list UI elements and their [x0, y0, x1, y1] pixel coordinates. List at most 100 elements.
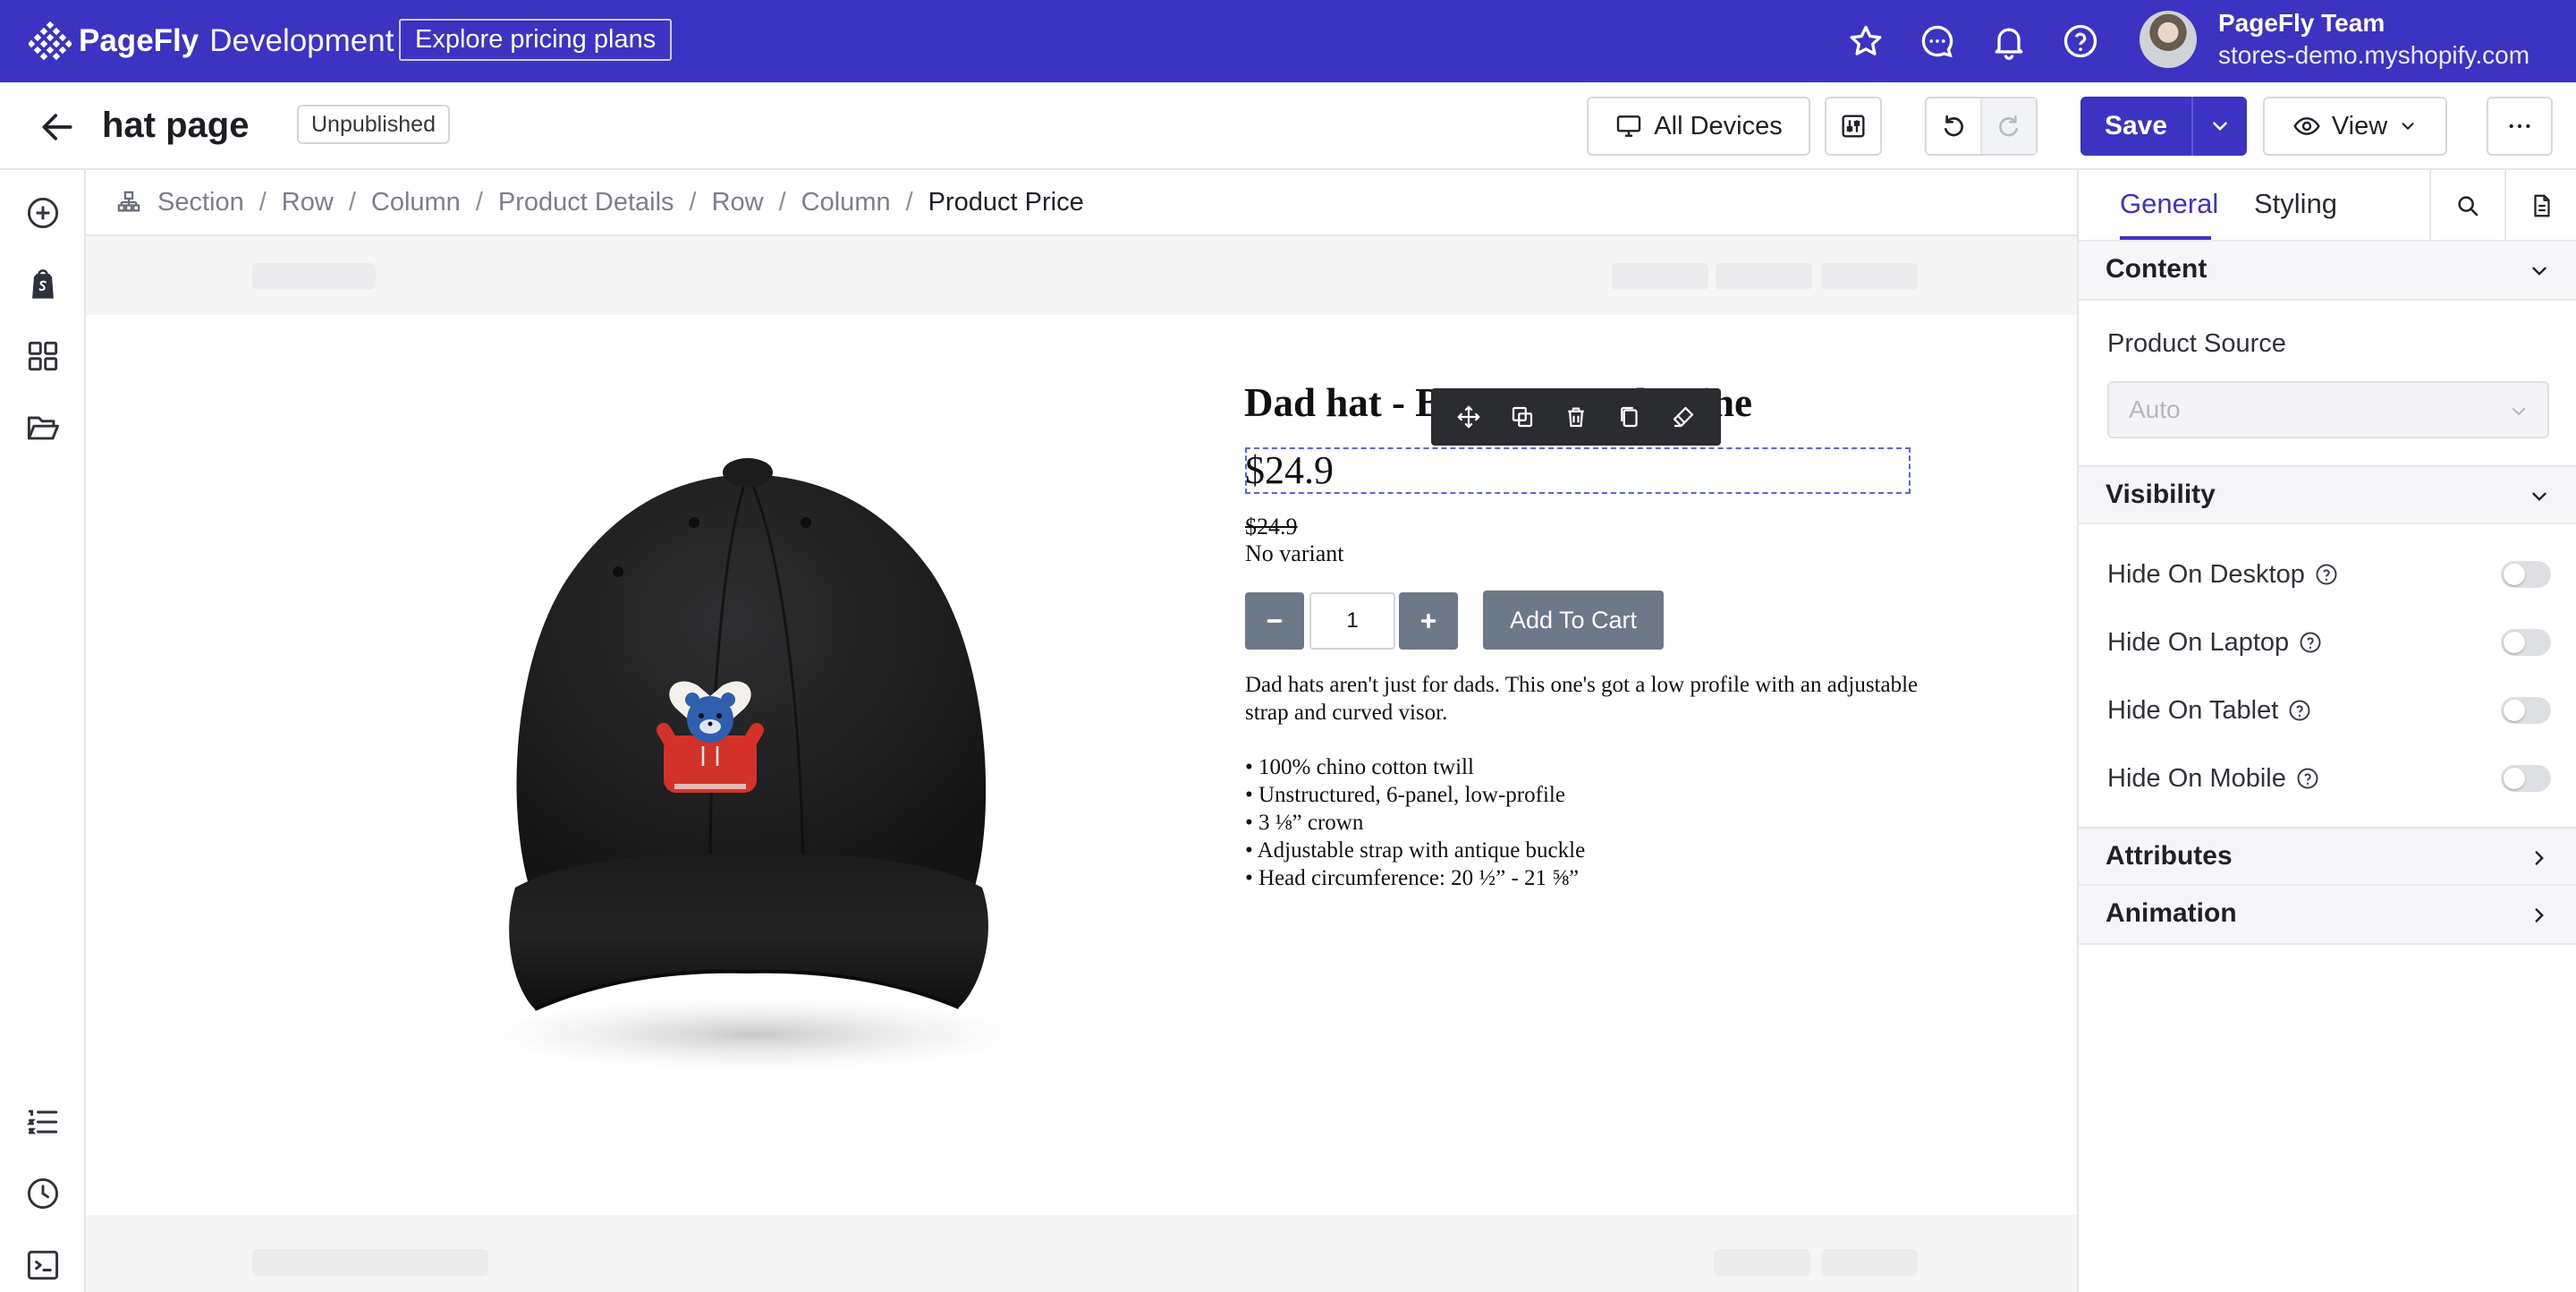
chat-icon[interactable]	[1918, 21, 1957, 61]
add-to-cart-button[interactable]: Add To Cart	[1483, 591, 1664, 650]
help-icon[interactable]	[2287, 698, 2312, 723]
all-devices-button[interactable]: All Devices	[1587, 97, 1810, 156]
folder-icon[interactable]	[23, 408, 63, 447]
breadcrumb: Section / Row / Column / Product Details…	[86, 170, 2077, 236]
breadcrumb-item[interactable]: Row	[282, 188, 334, 217]
search-icon	[2454, 192, 2481, 219]
breadcrumb-item[interactable]: Row	[712, 188, 764, 217]
move-icon[interactable]	[1455, 404, 1482, 430]
quantity-decrease-button[interactable]	[1245, 592, 1304, 650]
editor-canvas[interactable]: Dad hat - Bear Hug Valentine $24.9 $24.9…	[86, 236, 2077, 1292]
code-icon[interactable]	[23, 1245, 63, 1285]
left-sidebar	[0, 170, 86, 1292]
breadcrumb-item[interactable]: Product Details	[498, 188, 674, 217]
variant-text[interactable]: No variant	[1245, 540, 1343, 567]
panel-docs-button[interactable]	[2504, 170, 2576, 242]
bell-icon[interactable]	[1989, 21, 2029, 61]
quantity-increase-button[interactable]	[1399, 592, 1458, 650]
shopify-icon[interactable]	[23, 265, 63, 304]
breadcrumb-item[interactable]: Column	[801, 188, 891, 217]
hide-on-desktop-toggle[interactable]	[2501, 561, 2551, 588]
more-options-button[interactable]	[2487, 97, 2553, 156]
element-toolbar	[1431, 388, 1721, 446]
add-element-icon[interactable]	[23, 193, 63, 233]
panel-search-button[interactable]	[2429, 170, 2504, 242]
eye-icon	[2292, 112, 2321, 140]
help-icon[interactable]	[2295, 766, 2320, 791]
list-item: • Adjustable strap with antique buckle	[1245, 838, 1586, 863]
help-icon[interactable]	[2298, 630, 2323, 655]
animation-section-header[interactable]: Animation	[2079, 886, 2576, 945]
save-options-dropdown[interactable]	[2191, 97, 2247, 156]
hide-on-desktop-row: Hide On Desktop	[2107, 557, 2551, 592]
quantity-input[interactable]: 1	[1309, 592, 1395, 650]
breadcrumb-item[interactable]: Section	[157, 188, 244, 217]
chevron-down-icon	[2528, 485, 2551, 508]
ghost-placeholder	[1821, 1249, 1918, 1276]
product-source-select[interactable]: Auto	[2107, 381, 2549, 438]
layout-grid-icon[interactable]	[23, 336, 63, 376]
chevron-right-icon	[2528, 846, 2551, 870]
avatar[interactable]	[2140, 11, 2197, 68]
toggle-label: Hide On Laptop	[2107, 627, 2290, 657]
status-badge: Unpublished	[297, 105, 450, 144]
content-section-header[interactable]: Content	[2079, 242, 2576, 301]
history-icon[interactable]	[23, 1174, 63, 1213]
page-title: hat page	[102, 106, 250, 145]
product-features-list[interactable]: • 100% chino cotton twill • Unstructured…	[1245, 753, 1585, 892]
product-image[interactable]	[426, 397, 1070, 1077]
view-label: View	[2331, 111, 2388, 140]
help-icon[interactable]	[2061, 21, 2100, 61]
breadcrumb-separator: /	[689, 187, 697, 217]
store-url[interactable]: stores-demo.myshopify.com	[2218, 39, 2529, 72]
view-button[interactable]: View	[2263, 97, 2447, 156]
back-arrow-icon[interactable]	[38, 107, 77, 147]
undo-button[interactable]	[1927, 98, 1980, 154]
sitemap-icon	[116, 190, 141, 215]
copy-icon[interactable]	[1616, 404, 1643, 430]
tab-general[interactable]: General	[2120, 186, 2218, 222]
all-devices-label: All Devices	[1654, 111, 1783, 140]
redo-icon	[1995, 112, 2023, 140]
star-icon[interactable]	[1846, 21, 1885, 61]
visibility-section-header[interactable]: Visibility	[2079, 465, 2576, 524]
product-description[interactable]: Dad hats aren't just for dads. This one'…	[1245, 671, 1925, 727]
ghost-placeholder	[1714, 1249, 1810, 1276]
list-item: • 3 ⅛” crown	[1245, 811, 1364, 835]
trash-icon[interactable]	[1563, 404, 1589, 430]
chevron-down-icon	[2528, 259, 2551, 283]
ghost-placeholder	[1612, 263, 1708, 290]
redo-button[interactable]	[1981, 98, 2036, 154]
product-source-label: Product Source	[2107, 329, 2286, 358]
breadcrumb-item[interactable]: Column	[371, 188, 461, 217]
attributes-section-header[interactable]: Attributes	[2079, 827, 2576, 886]
compare-at-price[interactable]: $24.9	[1245, 514, 1298, 540]
toggle-label: Hide On Desktop	[2107, 559, 2305, 589]
tab-styling[interactable]: Styling	[2254, 186, 2337, 222]
user-name[interactable]: PageFly Team	[2218, 7, 2385, 39]
list-item: • 100% chino cotton twill	[1245, 755, 1474, 779]
sliders-icon	[1839, 112, 1868, 140]
hide-on-mobile-toggle[interactable]	[2501, 765, 2551, 792]
hide-on-laptop-toggle[interactable]	[2501, 629, 2551, 656]
page-settings-button[interactable]	[1825, 97, 1882, 156]
list-icon[interactable]	[23, 1102, 63, 1142]
save-button[interactable]: Save	[2080, 97, 2191, 156]
monitor-icon	[1614, 112, 1643, 140]
inspector-panel: General Styling Content Product Source A…	[2077, 170, 2576, 1292]
help-icon[interactable]	[2314, 562, 2339, 587]
hide-on-tablet-toggle[interactable]	[2501, 697, 2551, 724]
breadcrumb-current: Product Price	[928, 187, 1084, 217]
product-source-value: Auto	[2129, 395, 2181, 423]
chevron-down-icon	[2208, 115, 2232, 138]
hide-on-laptop-row: Hide On Laptop	[2107, 625, 2551, 660]
product-price[interactable]: $24.9	[1245, 446, 1334, 496]
toggle-label: Hide On Tablet	[2107, 695, 2279, 725]
brand-name-text: PageFly	[79, 23, 199, 58]
toggle-label: Hide On Mobile	[2107, 763, 2286, 793]
paint-icon[interactable]	[1670, 404, 1697, 430]
pagefly-logo-icon[interactable]	[29, 20, 72, 63]
selected-element-outline[interactable]	[1245, 447, 1911, 494]
explore-pricing-button[interactable]: Explore pricing plans	[399, 19, 673, 61]
duplicate-icon[interactable]	[1509, 404, 1536, 430]
